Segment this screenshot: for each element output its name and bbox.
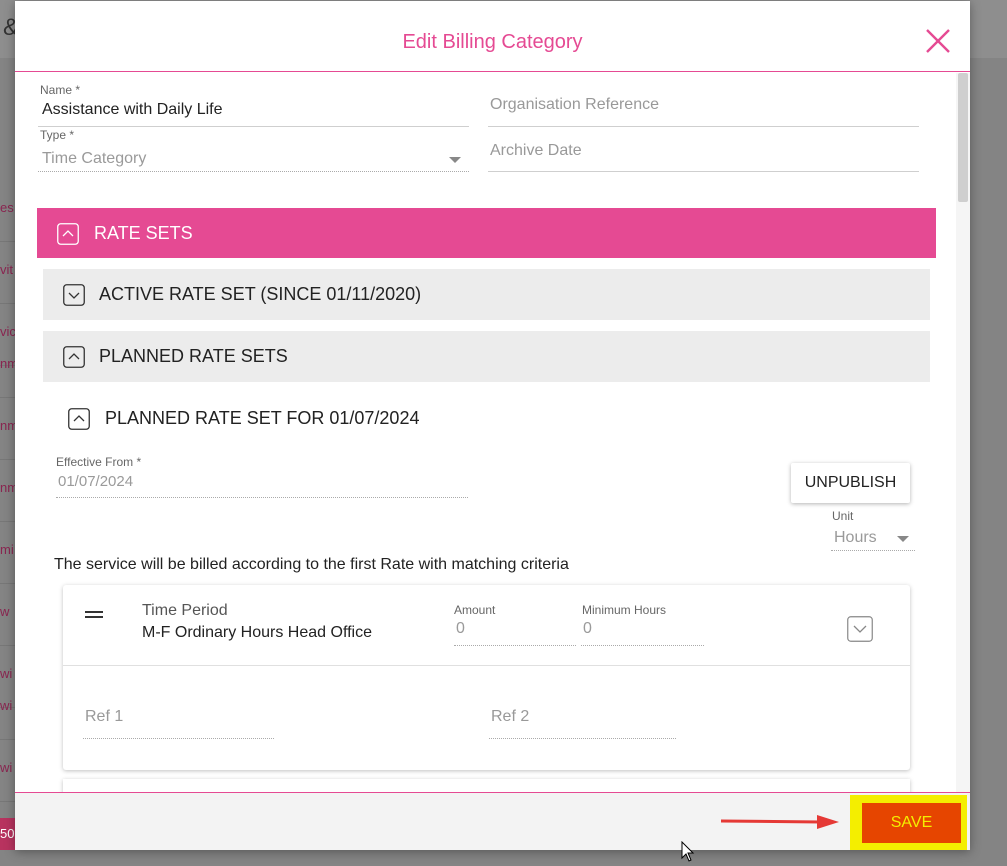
unit-value: Hours bbox=[834, 529, 877, 546]
organisation-reference-placeholder: Organisation Reference bbox=[490, 96, 659, 113]
amount-field[interactable]: Amount 0 bbox=[454, 602, 576, 646]
unit-label: Unit bbox=[832, 509, 854, 523]
rate-sets-header[interactable]: RATE SETS bbox=[37, 208, 936, 258]
planned-rate-sets-header[interactable]: PLANNED RATE SETS bbox=[43, 331, 930, 382]
archive-date-placeholder: Archive Date bbox=[490, 142, 582, 159]
background-row-text: es bbox=[0, 200, 14, 215]
drag-handle-icon[interactable] bbox=[85, 611, 103, 619]
amount-value: 0 bbox=[456, 620, 465, 637]
chevron-up-icon[interactable] bbox=[57, 223, 79, 245]
background-row-text: wi bbox=[0, 698, 13, 713]
close-icon bbox=[926, 29, 950, 53]
active-rate-set-header[interactable]: ACTIVE RATE SET (SINCE 01/11/2020) bbox=[43, 269, 930, 320]
billing-info-text: The service will be billed according to … bbox=[54, 556, 569, 573]
scrollbar-thumb[interactable] bbox=[958, 73, 968, 202]
chevron-down-icon bbox=[449, 157, 461, 163]
unpublish-button[interactable]: UNPUBLISH bbox=[791, 463, 910, 503]
ref1-field[interactable]: Ref 1 bbox=[83, 700, 274, 739]
dialog-footer: SAVE bbox=[15, 792, 970, 850]
chevron-down-icon[interactable] bbox=[847, 616, 873, 642]
organisation-reference-field[interactable]: Organisation Reference bbox=[488, 83, 919, 127]
effective-from-value: 01/07/2024 bbox=[58, 473, 134, 490]
name-field[interactable]: Name * Assistance with Daily Life bbox=[38, 83, 469, 127]
rate-card-divider bbox=[63, 665, 910, 666]
dialog-title: Edit Billing Category bbox=[402, 31, 583, 53]
background-row-text: mi bbox=[0, 542, 14, 557]
mouse-pointer-icon bbox=[681, 841, 695, 862]
type-select[interactable]: Type * Time Category bbox=[38, 128, 469, 172]
effective-from-label: Effective From * bbox=[56, 455, 142, 469]
chevron-up-icon[interactable] bbox=[63, 346, 85, 368]
chevron-down-icon[interactable] bbox=[63, 284, 85, 306]
arrow-annotation-icon bbox=[721, 815, 839, 829]
ref2-placeholder: Ref 2 bbox=[491, 708, 530, 725]
scrollbar[interactable] bbox=[956, 73, 970, 792]
close-button[interactable] bbox=[922, 25, 954, 57]
rate-type: Time Period bbox=[142, 602, 228, 619]
rate-card: Time Period M-F Ordinary Hours Head Offi… bbox=[63, 585, 910, 770]
background-row-text: w bbox=[0, 604, 10, 619]
save-button[interactable]: SAVE bbox=[862, 803, 961, 843]
name-value: Assistance with Daily Life bbox=[42, 101, 223, 118]
dialog-header: Edit Billing Category bbox=[15, 1, 970, 72]
minimum-hours-value: 0 bbox=[583, 620, 592, 637]
background-row-text: wi bbox=[0, 760, 13, 775]
type-value: Time Category bbox=[42, 150, 147, 167]
next-rate-card bbox=[63, 779, 910, 792]
edit-billing-category-dialog: Edit Billing Category Name * Assistance … bbox=[15, 1, 970, 850]
ref1-placeholder: Ref 1 bbox=[85, 708, 124, 725]
chevron-up-icon[interactable] bbox=[68, 408, 90, 430]
planned-rate-set-label: PLANNED RATE SET FOR 01/07/2024 bbox=[105, 408, 420, 428]
amount-label: Amount bbox=[454, 603, 496, 617]
type-label: Type * bbox=[40, 128, 75, 142]
ref2-field[interactable]: Ref 2 bbox=[489, 700, 676, 739]
name-label: Name * bbox=[40, 83, 81, 97]
rate-sets-title: RATE SETS bbox=[94, 223, 193, 243]
active-rate-set-label: ACTIVE RATE SET (SINCE 01/11/2020) bbox=[99, 284, 422, 304]
unit-select[interactable]: Unit Hours bbox=[831, 509, 915, 551]
chevron-down-icon bbox=[897, 536, 909, 542]
planned-rate-sets-label: PLANNED RATE SETS bbox=[99, 346, 288, 366]
effective-from-field[interactable]: Effective From * 01/07/2024 bbox=[56, 454, 468, 498]
archive-date-field[interactable]: Archive Date bbox=[488, 128, 919, 172]
rate-name: M-F Ordinary Hours Head Office bbox=[142, 624, 372, 641]
planned-rate-set-header[interactable]: PLANNED RATE SET FOR 01/07/2024 bbox=[43, 402, 930, 442]
dialog-body: Name * Assistance with Daily Life Organi… bbox=[15, 73, 970, 792]
background-row-text: vit bbox=[0, 262, 13, 277]
background-badge: 50 bbox=[0, 818, 16, 850]
minimum-hours-field[interactable]: Minimum Hours 0 bbox=[581, 602, 704, 646]
minimum-hours-label: Minimum Hours bbox=[582, 603, 667, 617]
